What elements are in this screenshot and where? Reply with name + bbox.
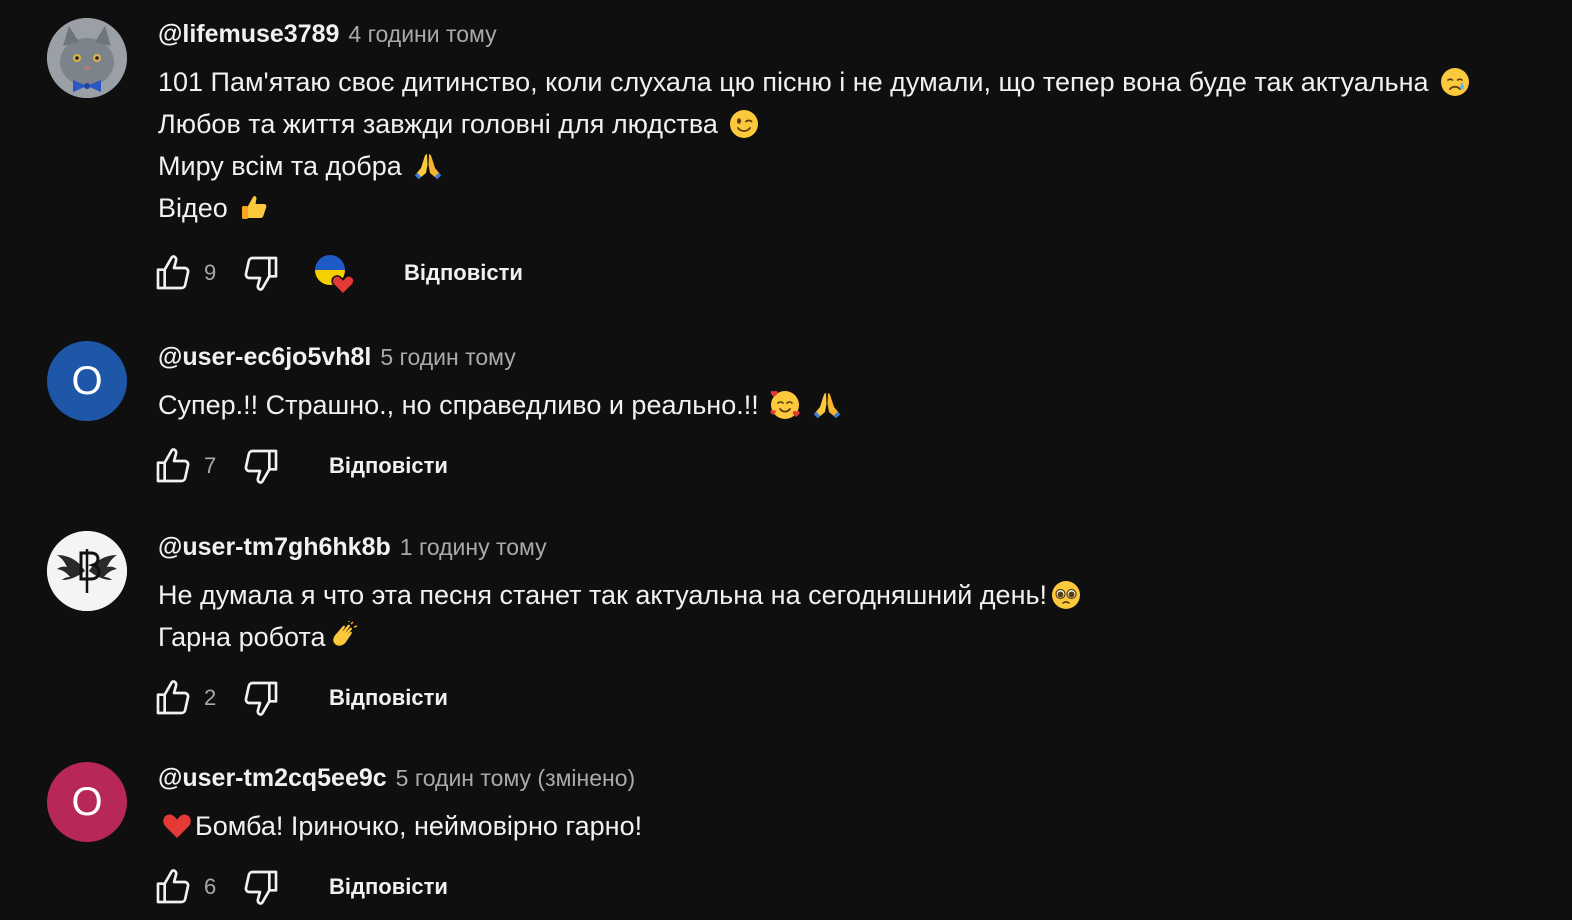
comment-timestamp[interactable]: 5 годин тому (змінено) [396,765,636,792]
avatar[interactable]: O [47,762,127,842]
thumbs-up-icon [153,867,193,907]
comment-actions: 7 Відповісти [150,443,448,489]
red-heart-emoji-icon [163,814,191,838]
comment-actions: 6 Відповісти [150,864,448,910]
comment-text: Бомба! Іриночко, неймовірно гарно! [158,805,642,847]
comment-text: Супер.!! Страшно., но справедливо и реал… [158,384,843,426]
comment-header: @lifemuse3789 4 години тому [158,20,497,52]
comment-actions: 9 Відповісти [150,250,523,296]
thumbs-up-icon [153,678,193,718]
creator-avatar-with-heart-icon [315,255,355,296]
comment-line: Гарна робота [158,616,1082,658]
comment-actions: 2 Відповісти [150,675,448,721]
avatar[interactable] [47,531,127,611]
comment-author[interactable]: @user-ec6jo5vh8l [158,343,371,372]
like-button[interactable] [150,443,196,489]
comment-line-text: Супер.!! Страшно., но справедливо и реал… [158,390,759,420]
like-button[interactable] [150,864,196,910]
comment-timestamp[interactable]: 5 годин тому [380,344,515,371]
winking-face-emoji-icon [729,110,758,138]
comment-line: Відео [158,187,1471,229]
comment-line-text: Гарна робота [158,622,326,652]
like-count: 2 [204,685,217,710]
thumbs-down-icon [241,253,281,293]
dislike-button[interactable] [238,443,284,489]
avatar-letter: O [71,358,103,403]
comment-header: @user-tm7gh6hk8b 1 годину тому [158,533,547,565]
avatar-letter: O [71,779,103,824]
crying-face-emoji-icon [1440,68,1469,96]
thumbs-down-icon [241,678,281,718]
thumbs-up-emoji-icon [241,196,267,219]
comment-author[interactable]: @lifemuse3789 [158,20,339,49]
thumbs-down-icon [241,867,281,907]
like-button[interactable] [150,675,196,721]
like-count: 7 [204,453,217,478]
comment-line-text: Миру всім та добра [158,151,402,181]
comment-line: Миру всім та добра [158,145,1471,187]
clapping-hands-emoji-icon [332,621,357,646]
comment-line: 101 Пам'ятаю своє дитинство, коли слухал… [158,61,1471,103]
like-button[interactable] [150,250,196,296]
like-count: 9 [204,260,217,285]
reply-button[interactable]: Відповісти [404,260,523,286]
comment-line: Не думала я что эта песня станет так акт… [158,574,1082,616]
dislike-button[interactable] [238,675,284,721]
comment-line-text: Не думала я что эта песня станет так акт… [158,580,1048,610]
thumbs-down-icon [241,446,281,486]
comment-timestamp[interactable]: 4 години тому [348,21,496,48]
pleading-face-emoji-icon [1052,581,1081,609]
cat-with-bowtie-avatar-icon [47,18,127,98]
folded-hands-emoji-icon [813,393,840,419]
creator-heart-badge[interactable] [312,250,358,296]
comment-author[interactable]: @user-tm2cq5ee9c [158,764,387,793]
reply-button[interactable]: Відповісти [329,453,448,479]
reply-button[interactable]: Відповісти [329,874,448,900]
comment-text: 101 Пам'ятаю своє дитинство, коли слухал… [158,61,1471,229]
comment-author[interactable]: @user-tm7gh6hk8b [158,533,391,562]
comment-line-text: Відео [158,193,228,223]
reply-button[interactable]: Відповісти [329,685,448,711]
dislike-button[interactable] [238,864,284,910]
comment-text: Не думала я что эта песня станет так акт… [158,574,1082,658]
comment-line-text: Бомба! Іриночко, неймовірно гарно! [195,811,643,841]
comment-timestamp[interactable]: 1 годину тому [400,534,547,561]
comments-section: @lifemuse3789 4 години тому 101 Пам'ятаю… [0,0,1572,920]
dislike-button[interactable] [238,250,284,296]
comment-line-text: 101 Пам'ятаю своє дитинство, коли слухал… [158,67,1429,97]
comment-header: @user-ec6jo5vh8l 5 годин тому [158,343,516,375]
comment-line: Бомба! Іриночко, неймовірно гарно! [158,805,642,847]
comment-line: Супер.!! Страшно., но справедливо и реал… [158,384,843,426]
folded-hands-emoji-icon [414,154,441,180]
comment-line-text: Любов та життя завжди головні для людств… [158,109,718,139]
avatar[interactable] [47,18,127,98]
comment-line: Любов та життя завжди головні для людств… [158,103,1471,145]
comment-header: @user-tm2cq5ee9c 5 годин тому (змінено) [158,764,635,796]
smiling-face-with-hearts-emoji-icon [770,390,800,419]
thumbs-up-icon [153,446,193,486]
thumbs-up-icon [153,253,193,293]
like-count: 6 [204,874,217,899]
avatar[interactable]: O [47,341,127,421]
winged-monogram-avatar-icon [47,531,127,611]
